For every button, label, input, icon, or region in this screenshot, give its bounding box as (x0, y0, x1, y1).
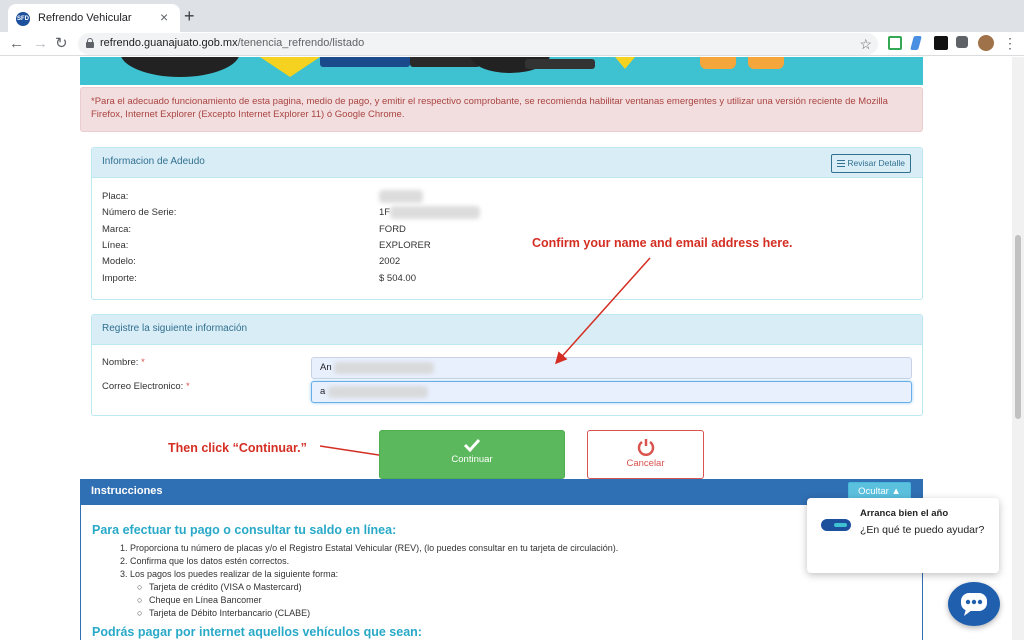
chat-title: Arranca bien el año (860, 508, 949, 519)
bookmark-star-icon[interactable]: ☆ (859, 35, 872, 53)
arrow-up-icon: ▲ (891, 486, 901, 497)
annotation-confirm-text: Confirm your name and email address here… (532, 236, 793, 250)
amount-label: Importe: (102, 273, 137, 284)
email-input-value: a (320, 386, 326, 397)
browser-recommendation-alert: *Para el adecuado funcionamiento de esta… (80, 87, 923, 132)
instructions-heading-pay: Para efectuar tu pago o consultar tu sal… (92, 523, 397, 537)
instructions-heading-vehicles: Podrás pagar por internet aquellos vehíc… (92, 625, 422, 639)
chat-greeting-card[interactable]: Arranca bien el año ¿En qué te puedo ayu… (807, 498, 999, 573)
payment-method-item: Cheque en Línea Bancomer (149, 595, 262, 605)
plate-value-redacted (379, 190, 423, 203)
bullet-icon: ○ (137, 608, 143, 618)
scrollbar-thumb[interactable] (1015, 235, 1021, 419)
debt-panel-title: Informacion de Adeudo (102, 156, 205, 167)
email-label: Correo Electronico: * (102, 381, 190, 392)
make-label: Marca: (102, 224, 132, 235)
name-redacted (334, 362, 434, 374)
back-arrow-icon[interactable]: ← (9, 34, 24, 54)
amount-value: $ 504.00 (379, 273, 416, 284)
forward-arrow-icon[interactable]: → (33, 34, 48, 54)
page-scrollbar[interactable] (1012, 57, 1024, 640)
extension-icon-green[interactable] (888, 36, 902, 50)
annotation-click-text: Then click “Continuar.” (168, 441, 307, 455)
instructions-header: Instrucciones Ocultar ▲ (80, 479, 923, 505)
power-icon (637, 439, 654, 456)
list-icon (837, 160, 846, 167)
close-icon[interactable]: × (160, 10, 168, 24)
profile-avatar[interactable] (978, 35, 994, 51)
page-content: *Para el adecuado funcionamiento de esta… (0, 57, 1012, 640)
name-label-text: Nombre: (102, 357, 139, 368)
header-banner-image (80, 57, 923, 85)
hide-label: Ocultar (858, 486, 889, 497)
payment-method-item: Tarjeta de crédito (VISA o Mastercard) (149, 582, 302, 592)
review-detail-label: Revisar Detalle (847, 158, 905, 168)
serial-number-redacted (390, 206, 480, 219)
cancel-label: Cancelar (626, 458, 665, 469)
line-label: Línea: (102, 240, 129, 251)
make-value: FORD (379, 224, 406, 235)
debt-panel-heading: Informacion de Adeudo Revisar Detalle (92, 148, 922, 178)
model-value: 2002 (379, 256, 401, 267)
extensions-puzzle-icon[interactable] (956, 36, 968, 48)
name-input[interactable]: An (311, 357, 912, 379)
browser-menu-icon[interactable]: ⋮ (1003, 34, 1017, 52)
site-favicon-icon: SFD (16, 12, 30, 26)
url-host: refrendo.guanajuato.gob.mx (100, 37, 238, 49)
name-input-value: An (320, 362, 332, 373)
continue-button[interactable]: Continuar (379, 430, 565, 479)
chat-logo-icon (821, 519, 851, 531)
model-label: Modelo: (102, 256, 136, 267)
url-path: /tenencia_refrendo/listado (237, 37, 365, 49)
new-tab-icon[interactable]: + (184, 6, 195, 26)
cancel-button[interactable]: Cancelar (587, 430, 704, 479)
chat-message: ¿En qué te puedo ayudar? (860, 524, 985, 536)
lock-icon (86, 38, 94, 48)
registration-panel: Registre la siguiente información Nombre… (91, 314, 923, 416)
required-mark: * (141, 357, 145, 368)
browser-tabstrip: SFD Refrendo Vehicular × + (0, 0, 1024, 32)
browser-tab[interactable]: SFD Refrendo Vehicular × (8, 4, 180, 32)
continue-label: Continuar (451, 454, 493, 465)
instructions-title: Instrucciones (91, 485, 163, 497)
required-mark: * (185, 381, 190, 392)
registration-panel-heading: Registre la siguiente información (92, 315, 922, 345)
reload-icon[interactable]: ↻ (55, 34, 68, 54)
bullet-icon: ○ (137, 582, 143, 592)
bullet-icon: ○ (137, 595, 143, 605)
instruction-step: 3. Los pagos los puedes realizar de la s… (120, 569, 339, 579)
chat-launcher-button[interactable] (948, 582, 1000, 626)
registration-panel-title: Registre la siguiente información (102, 323, 248, 334)
serial-number-value: 1F (379, 207, 391, 218)
email-redacted (328, 386, 428, 398)
instruction-step: 1. Proporciona tu número de placas y/o e… (120, 543, 619, 553)
address-bar[interactable]: refrendo.guanajuato.gob.mx/tenencia_refr… (78, 33, 878, 55)
chat-bubble-icon (961, 593, 987, 616)
checkmark-icon (463, 438, 481, 452)
serial-number-label: Número de Serie: (102, 207, 177, 218)
email-label-text: Correo Electronico: (102, 381, 184, 392)
extension-icon-black[interactable] (934, 36, 948, 50)
email-input[interactable]: a (311, 381, 912, 403)
debt-info-panel: Informacion de Adeudo Revisar Detalle Pl… (91, 147, 923, 300)
name-label: Nombre: * (102, 357, 145, 368)
instruction-step: 2. Confirma que los datos estén correcto… (120, 556, 290, 566)
plate-label: Placa: (102, 191, 129, 202)
line-value: EXPLORER (379, 240, 431, 251)
tab-title: Refrendo Vehicular (38, 12, 132, 24)
review-detail-button[interactable]: Revisar Detalle (831, 154, 911, 173)
url-text: refrendo.guanajuato.gob.mx/tenencia_refr… (100, 37, 364, 49)
instructions-body: Para efectuar tu pago o consultar tu sal… (80, 505, 923, 640)
payment-method-item: Tarjeta de Débito Interbancario (CLABE) (149, 608, 311, 618)
browser-toolbar: ← → ↻ refrendo.guanajuato.gob.mx/tenenci… (0, 32, 1024, 56)
extension-icon-feather[interactable] (910, 36, 922, 50)
